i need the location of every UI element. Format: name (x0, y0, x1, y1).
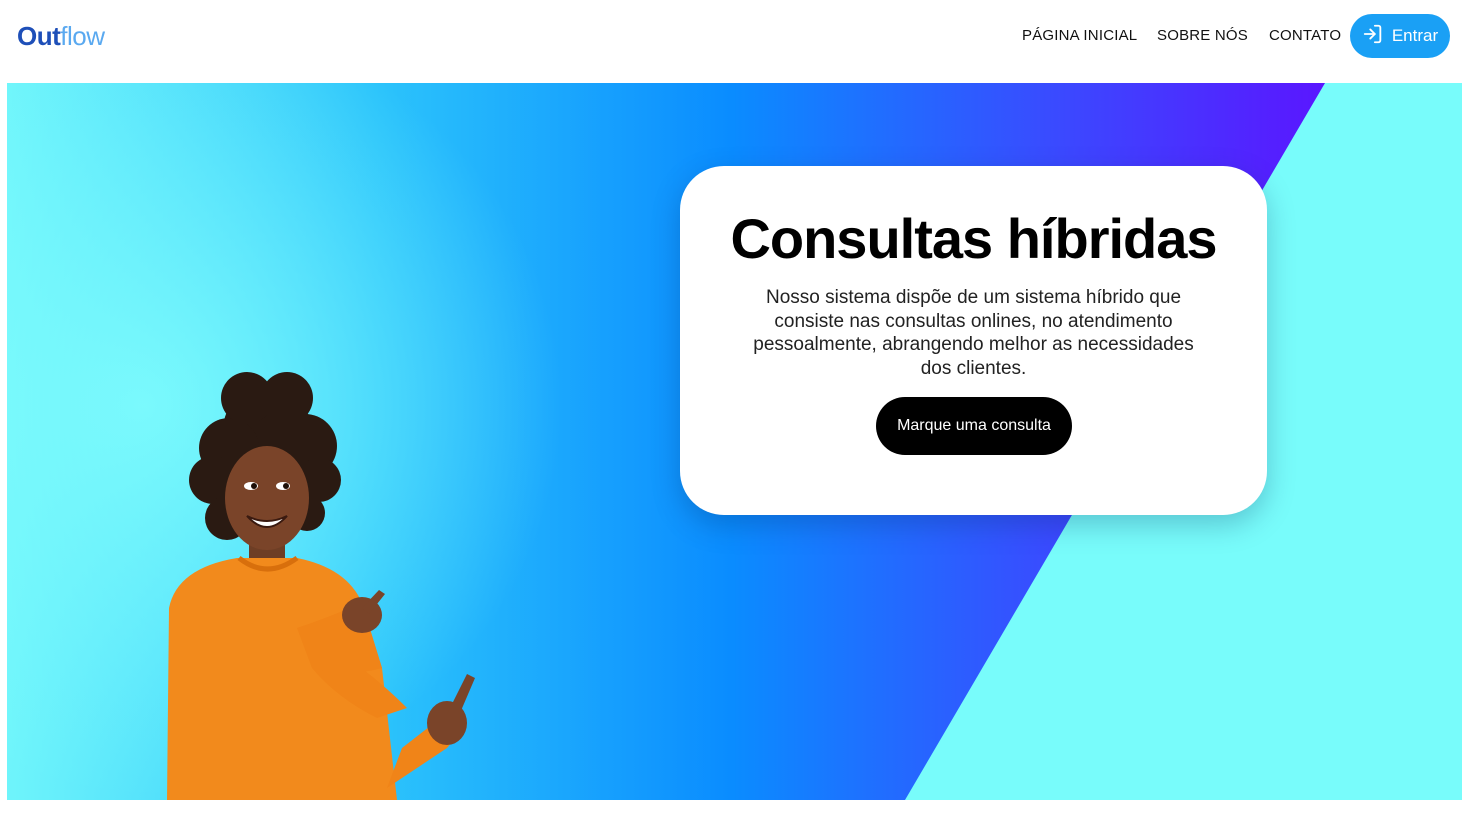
hero-card: Consultas híbridas Nosso sistema dispõe … (680, 166, 1267, 515)
site-header: Outflow PÁGINA INICIAL SOBRE NÓS CONTATO… (0, 0, 1474, 80)
logo-text-flow: flow (60, 21, 105, 51)
login-arrow-icon (1362, 23, 1384, 50)
login-button[interactable]: Entrar (1350, 14, 1450, 58)
logo-text-out: Out (17, 21, 61, 51)
brand-logo[interactable]: Outflow (17, 20, 105, 52)
hero-title: Consultas híbridas (730, 207, 1217, 270)
nav-link-contact[interactable]: CONTATO (1269, 27, 1341, 45)
woman-pointing-image (167, 372, 475, 800)
nav-link-home[interactable]: PÁGINA INICIAL (1022, 27, 1137, 45)
login-label: Entrar (1391, 26, 1439, 45)
book-consultation-button[interactable]: Marque uma consulta (876, 397, 1072, 455)
nav-link-about[interactable]: SOBRE NÓS (1157, 27, 1248, 45)
hero-banner: Consultas híbridas Nosso sistema dispõe … (7, 83, 1462, 800)
hero-description: Nosso sistema dispõe de um sistema híbri… (753, 287, 1194, 379)
